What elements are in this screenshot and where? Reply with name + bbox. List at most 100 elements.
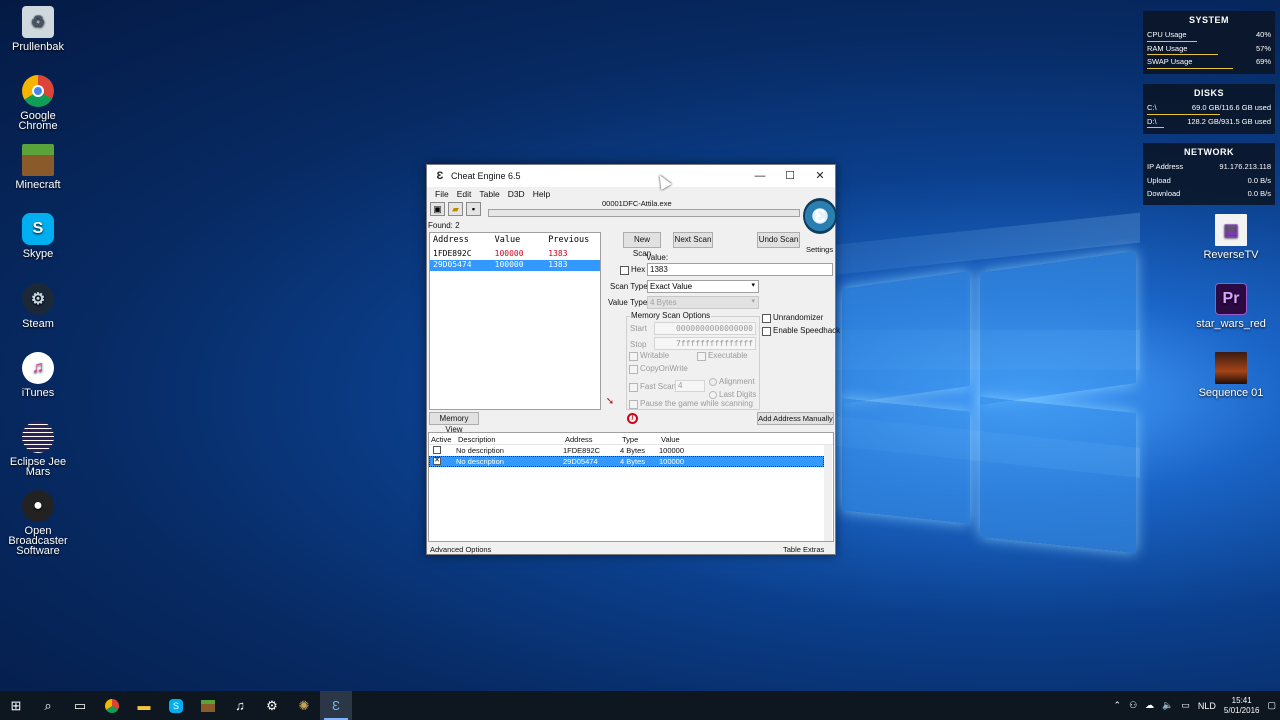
active-checkbox[interactable]: ✕: [433, 457, 441, 465]
table-row[interactable]: No description 1FDE892C 4 Bytes 100000: [429, 445, 833, 456]
pause-game-checkbox[interactable]: [629, 400, 638, 409]
desktop-icon-label: Eclipse Jee Mars: [9, 456, 67, 478]
memory-view-button[interactable]: Memory View: [429, 412, 479, 434]
desktop-icon-steam[interactable]: ⚙ Steam: [0, 283, 76, 330]
open-table-button[interactable]: ▰: [448, 202, 463, 216]
row-address: 29D05474: [563, 457, 598, 466]
desktop-icon-star-wars-red[interactable]: Pr star_wars_red: [1193, 283, 1269, 330]
chrome-icon: [22, 75, 54, 107]
value-type-select[interactable]: 4 Bytes ▾: [647, 296, 759, 309]
widget-row: D:\ 128.2 GB/931.5 GB used: [1147, 117, 1271, 131]
cheat-engine-icon[interactable]: Ɛ: [320, 691, 352, 720]
table-extras-link[interactable]: Table Extras: [783, 545, 824, 554]
widget-row: IP Address 91.176.213.118: [1147, 162, 1271, 176]
language-indicator[interactable]: NLD: [1194, 701, 1220, 711]
copyonwrite-checkbox[interactable]: [629, 365, 638, 374]
menu-table[interactable]: Table: [475, 189, 503, 199]
skype-icon[interactable]: S: [160, 691, 192, 720]
header-address[interactable]: Address: [565, 435, 593, 444]
add-address-manually-button[interactable]: Add Address Manually: [757, 412, 834, 425]
network-icon[interactable]: ⚇: [1125, 700, 1141, 711]
windows-start-icon[interactable]: ⊞: [0, 691, 32, 720]
value-input[interactable]: 1383: [647, 263, 833, 276]
result-row[interactable]: 1FDE892C 100000 1383: [430, 249, 600, 260]
widget-row-value: 91.176.213.118: [1219, 162, 1271, 171]
stop-address-input[interactable]: 7fffffffffffffff: [654, 337, 756, 350]
notification-icon[interactable]: ▢: [1263, 700, 1280, 711]
unrandomizer-checkbox[interactable]: [762, 314, 771, 323]
attila-icon[interactable]: ✺: [288, 691, 320, 720]
advanced-options-link[interactable]: Advanced Options: [430, 545, 491, 554]
address-table[interactable]: Active Description Address Type Value No…: [428, 432, 834, 542]
open-process-button[interactable]: ▣: [430, 202, 445, 216]
desktop-icon-chrome[interactable]: Google Chrome: [0, 75, 76, 132]
desktop-icon-skype[interactable]: S Skype: [0, 213, 76, 260]
header-previous[interactable]: Previous: [548, 235, 600, 249]
network-widget: NETWORK IP Address 91.176.213.118 Upload 0…: [1143, 143, 1275, 205]
start-address-input[interactable]: 0000000000000000: [654, 322, 756, 335]
alignment-radio[interactable]: [709, 378, 717, 386]
clock[interactable]: 15:41 5/01/2016: [1220, 696, 1264, 716]
next-scan-button[interactable]: Next Scan: [673, 232, 713, 248]
search-icon[interactable]: ⌕: [32, 691, 64, 720]
menu-help[interactable]: Help: [529, 189, 554, 199]
fast-scan-checkbox[interactable]: [629, 383, 638, 392]
add-to-list-arrow-icon[interactable]: ➘: [603, 396, 617, 408]
header-value[interactable]: Value: [495, 235, 549, 249]
system-tray: ⌃ ⚇ ☁ 🔈 ▭ NLD 15:41 5/01/2016 ▢: [1110, 691, 1280, 720]
writable-checkbox[interactable]: [629, 352, 638, 361]
desktop-icon-recycle-bin[interactable]: ♻ Prullenbak: [0, 6, 76, 53]
cheat-engine-logo[interactable]: Ɛ: [803, 198, 837, 234]
copyonwrite-label: CopyOnWrite: [640, 364, 688, 373]
table-row-selected[interactable]: ✕ No description 29D05474 4 Bytes 100000: [429, 456, 824, 467]
desktop-icon-minecraft[interactable]: Minecraft: [0, 144, 76, 191]
header-description[interactable]: Description: [458, 435, 496, 444]
chrome-icon[interactable]: [96, 691, 128, 720]
header-type[interactable]: Type: [622, 435, 638, 444]
desktop-icon-itunes[interactable]: ♫ iTunes: [0, 352, 76, 399]
title-bar[interactable]: Ɛ Cheat Engine 6.5 — ☐ ✕: [427, 165, 835, 187]
desktop-icon-reversetv[interactable]: ▤ ReverseTV: [1193, 214, 1269, 261]
desktop-icon-label: Sequence 01: [1198, 387, 1264, 399]
minimize-button[interactable]: —: [745, 165, 775, 187]
file-explorer-icon[interactable]: ▬: [128, 691, 160, 720]
fast-scan-input[interactable]: 4: [675, 380, 705, 392]
minecraft-icon[interactable]: [192, 691, 224, 720]
scan-type-select[interactable]: Exact Value ▾: [647, 280, 759, 293]
header-active[interactable]: Active: [431, 435, 451, 444]
menu-d3d[interactable]: D3D: [504, 189, 529, 199]
result-row-selected[interactable]: 29D05474 100000 1383: [430, 260, 600, 271]
scan-results-list[interactable]: Address Value Previous 1FDE892C 100000 1…: [429, 232, 601, 410]
desktop-icon-obs[interactable]: ● Open Broadcaster Software: [0, 490, 76, 557]
desktop-icon-label: Skype: [22, 248, 54, 260]
active-checkbox[interactable]: [433, 446, 441, 454]
last-digits-radio[interactable]: [709, 391, 717, 399]
maximize-button[interactable]: ☐: [775, 165, 805, 187]
menu-edit[interactable]: Edit: [453, 189, 476, 199]
chevron-up-icon[interactable]: ⌃: [1110, 700, 1126, 711]
desktop-icon-sequence-01[interactable]: Sequence 01: [1193, 352, 1269, 399]
speedhack-checkbox[interactable]: [762, 327, 771, 336]
stop-icon[interactable]: /: [627, 413, 638, 424]
itunes-icon[interactable]: ♫: [224, 691, 256, 720]
task-view-icon[interactable]: ▭: [64, 691, 96, 720]
close-button[interactable]: ✕: [805, 165, 835, 187]
save-table-button[interactable]: ▪: [466, 202, 481, 216]
volume-icon[interactable]: 🔈: [1158, 700, 1177, 711]
vertical-scrollbar[interactable]: [824, 445, 832, 541]
battery-icon[interactable]: ▭: [1177, 700, 1194, 711]
usage-bar: [1147, 127, 1165, 128]
onedrive-icon[interactable]: ☁: [1141, 700, 1158, 711]
desktop-icon-label: Steam: [22, 318, 54, 330]
header-value[interactable]: Value: [661, 435, 680, 444]
steam-icon[interactable]: ⚙: [256, 691, 288, 720]
cheat-engine-window[interactable]: Ɛ Cheat Engine 6.5 — ☐ ✕ File Edit Table…: [426, 164, 840, 555]
executable-checkbox[interactable]: [697, 352, 706, 361]
hex-checkbox[interactable]: [620, 266, 629, 275]
undo-scan-button[interactable]: Undo Scan: [757, 232, 800, 248]
header-address[interactable]: Address: [433, 235, 495, 249]
menu-file[interactable]: File: [431, 189, 453, 199]
desktop-icon-eclipse[interactable]: Eclipse Jee Mars: [0, 421, 76, 478]
new-scan-button[interactable]: New Scan: [623, 232, 661, 258]
settings-label[interactable]: Settings: [806, 245, 833, 254]
